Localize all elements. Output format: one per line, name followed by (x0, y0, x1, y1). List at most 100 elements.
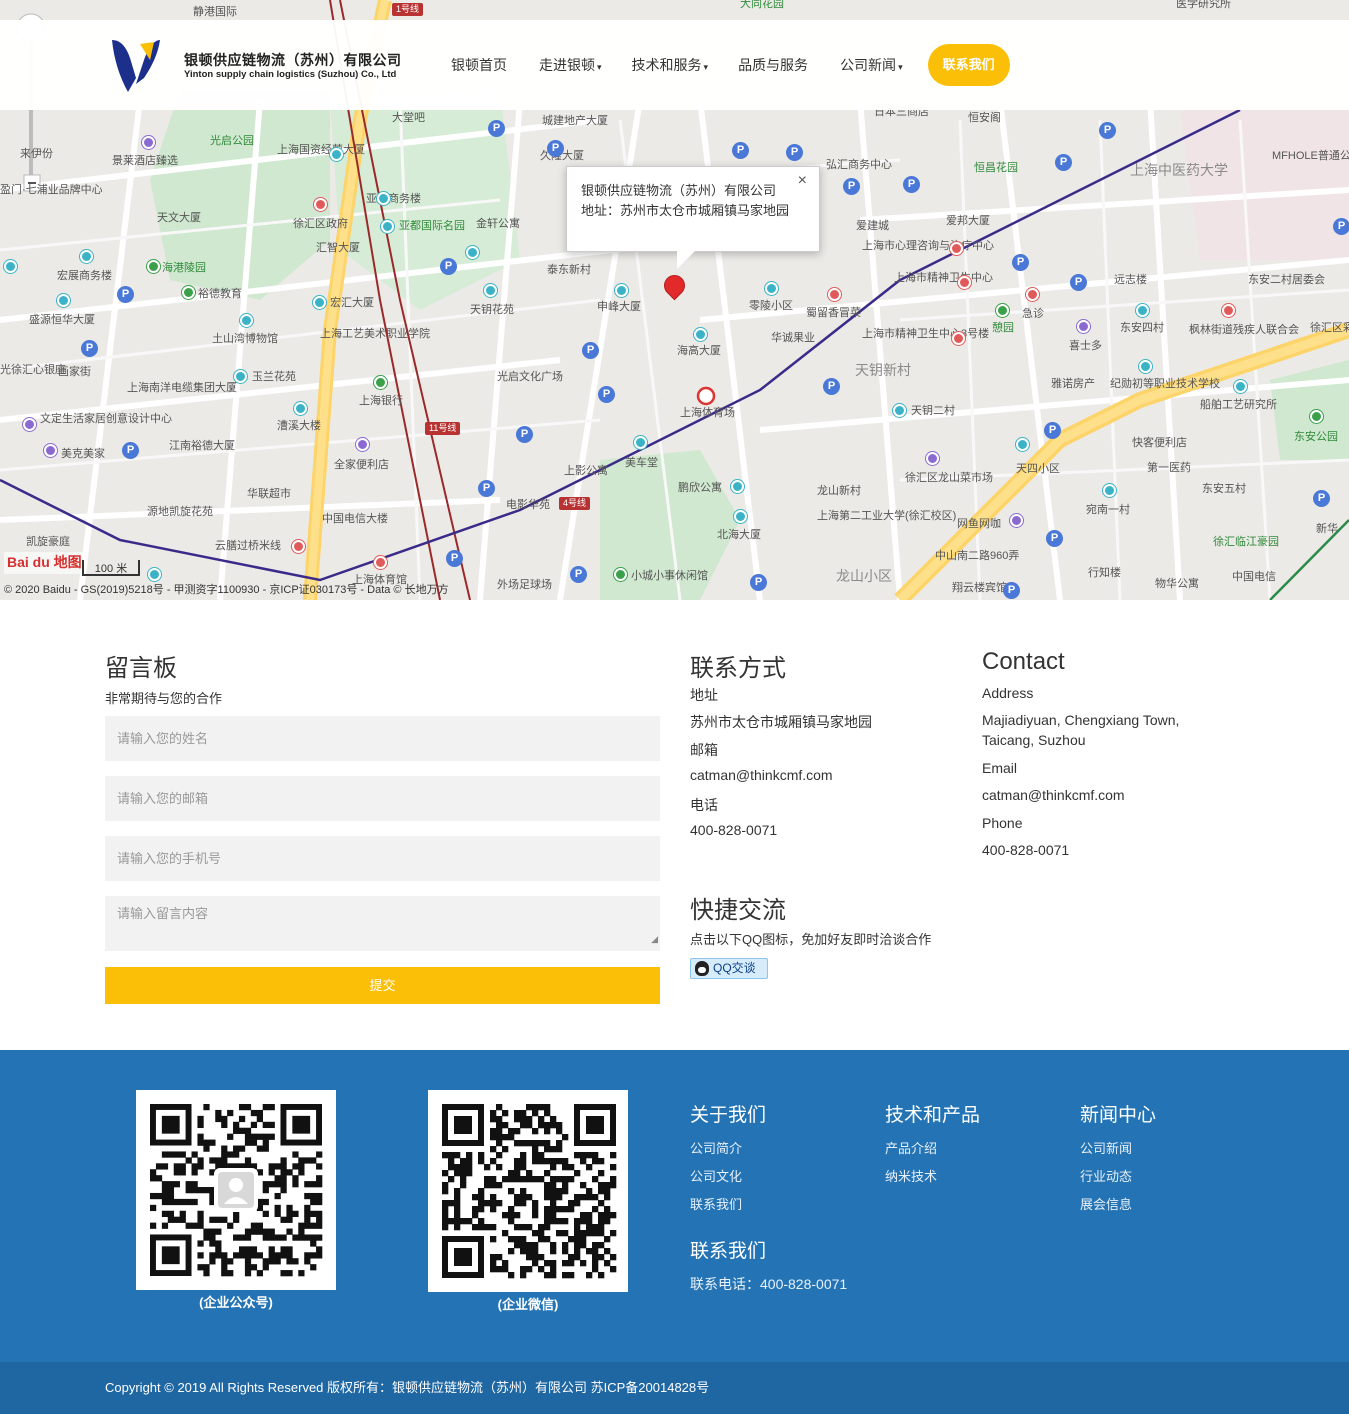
qr-module (562, 1272, 569, 1279)
qr-module (568, 1260, 575, 1267)
qr-module (244, 1139, 252, 1146)
qr-module (526, 1254, 533, 1261)
qr-module (250, 1246, 258, 1253)
qr-module (544, 1194, 551, 1201)
qr-module (454, 1224, 461, 1231)
map-label: 东安五村 (1202, 483, 1246, 495)
footer-link-industry-news[interactable]: 行业动态 (1080, 1166, 1132, 1185)
map-label: 上海市精神卫生中心 (894, 272, 993, 284)
map-label: 小城小事休闲馆 (631, 570, 708, 582)
qr-module (460, 1182, 467, 1189)
nav-news[interactable]: 公司新闻 ▾ (825, 55, 918, 75)
qr-module (274, 1258, 281, 1265)
qr-module (538, 1152, 545, 1159)
address-label-en: Address (982, 685, 1034, 701)
qr-module (586, 1218, 593, 1225)
parking-icon: P (1099, 122, 1116, 139)
name-input[interactable]: 请输入您的姓名 (105, 716, 660, 761)
hospital-icon (958, 276, 971, 289)
email-value-en[interactable]: catman@thinkcmf.com (982, 787, 1125, 803)
footer-link-contact-us[interactable]: 联系我们 (690, 1194, 742, 1213)
qr-module (532, 1248, 539, 1255)
footer-link-company-profile[interactable]: 公司简介 (690, 1138, 742, 1157)
map-label: 天四小区 (1016, 463, 1060, 475)
qr-module (550, 1116, 557, 1123)
qr-module (496, 1182, 503, 1189)
qr-module (460, 1218, 467, 1225)
qr-module (221, 1264, 228, 1271)
qr-module (496, 1128, 503, 1135)
map-label: 1号线 (392, 3, 424, 16)
qr-module (550, 1176, 557, 1183)
map-label: 11号线 (425, 422, 461, 435)
qr-module (316, 1175, 323, 1182)
message-textarea[interactable]: 请输入留言内容 ◢ (105, 896, 660, 951)
company-logo-icon[interactable] (110, 38, 162, 94)
email-value[interactable]: catman@thinkcmf.com (690, 767, 833, 783)
qr-module (161, 1192, 169, 1200)
map-label: 龙山新村 (817, 485, 861, 497)
footer-link-company-news[interactable]: 公司新闻 (1080, 1138, 1132, 1157)
qr-module (191, 1181, 198, 1188)
qr-module (448, 1218, 455, 1225)
building-icon (893, 404, 906, 417)
qr-module (442, 1200, 449, 1207)
nav-quality-service[interactable]: 品质与服务 (723, 55, 825, 75)
footer-link-company-culture[interactable]: 公司文化 (690, 1166, 742, 1185)
qr-module (250, 1121, 258, 1129)
nav-home[interactable]: 银顿首页 (436, 55, 524, 75)
qr-module (520, 1122, 527, 1129)
qr-module (173, 1216, 180, 1223)
qr-module (514, 1176, 521, 1183)
qr-module (496, 1116, 503, 1123)
contact-en-title: Contact (982, 648, 1065, 675)
qr-module (550, 1188, 557, 1195)
submit-button[interactable]: 提交 (105, 967, 660, 1004)
qr-module (268, 1133, 275, 1140)
address-value: 苏州市太仓市城厢镇马家地园 (690, 714, 872, 730)
qr-module (161, 1163, 169, 1170)
close-icon[interactable]: × (798, 171, 807, 191)
qr-module (197, 1139, 204, 1146)
qr-module (592, 1158, 599, 1165)
footer-link-exhibitions[interactable]: 展会信息 (1080, 1194, 1132, 1213)
qq-chat-button[interactable]: QQ交谈 (690, 958, 768, 979)
qr-module (490, 1236, 497, 1243)
qr-module (568, 1176, 575, 1183)
qr-module (150, 1192, 157, 1200)
chevron-down-icon: ▾ (898, 62, 903, 72)
qr-module (508, 1170, 515, 1177)
qr-module (574, 1200, 581, 1207)
resize-handle-icon[interactable]: ◢ (651, 929, 658, 949)
map-label: 天钥新村 (855, 362, 911, 378)
email-input[interactable]: 请输入您的邮箱 (105, 776, 660, 821)
footer-link-products[interactable]: 产品介绍 (885, 1138, 937, 1157)
map-label: 第一医药 (1147, 462, 1191, 474)
map-label: 华联超市 (247, 488, 291, 500)
qr-module (442, 1152, 449, 1159)
email-label-en: Email (982, 760, 1018, 776)
qr-module (490, 1206, 497, 1213)
phone-input[interactable]: 请输入您的手机号 (105, 836, 660, 881)
government-icon (314, 198, 327, 211)
contact-us-button[interactable]: 联系我们 (927, 44, 1010, 86)
map-label: 江南裕德大厦 (169, 440, 235, 452)
nav-tech-services[interactable]: 技术和服务 ▾ (617, 55, 724, 75)
nav-about[interactable]: 走进银顿 ▾ (524, 55, 617, 75)
qr-module (185, 1187, 192, 1194)
parking-icon: P (903, 176, 920, 193)
qr-module (526, 1116, 533, 1123)
qr-module (292, 1210, 299, 1217)
qr-module (280, 1187, 287, 1194)
qr-module (610, 1182, 617, 1189)
qr-module (550, 1212, 557, 1219)
qr-module (310, 1234, 317, 1241)
qr-module (262, 1264, 269, 1271)
qr-module (544, 1188, 551, 1195)
qr-module (197, 1210, 204, 1217)
qr-module (514, 1140, 521, 1147)
map-label: 美车堂 (625, 457, 658, 469)
footer-link-nanotech[interactable]: 纳米技术 (885, 1166, 937, 1185)
shop-icon (1077, 320, 1090, 333)
qr-module (580, 1152, 587, 1159)
